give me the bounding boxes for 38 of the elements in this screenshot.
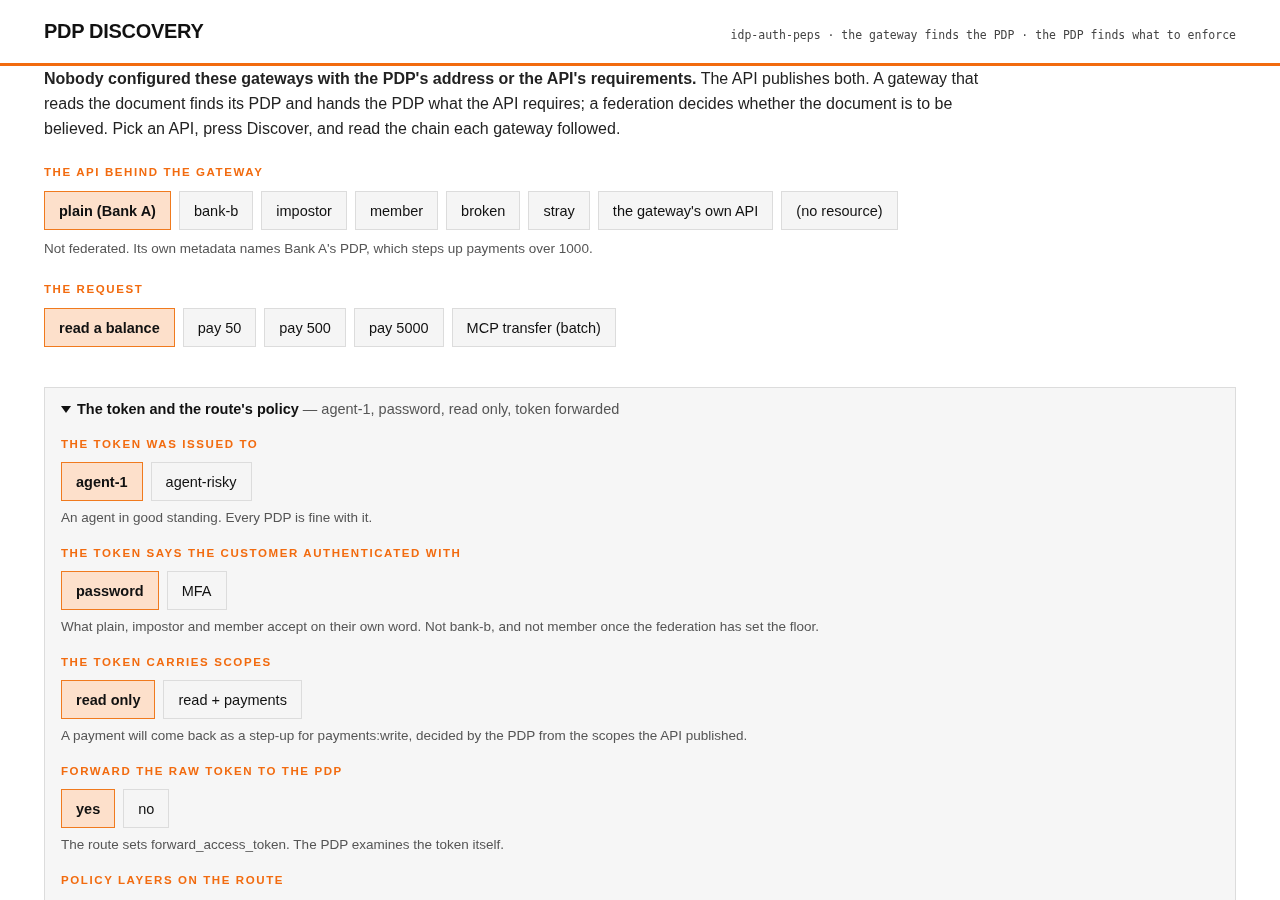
option-button[interactable]: pay 50 (182, 308, 257, 347)
option-button[interactable]: read + payments (163, 680, 302, 719)
tagline: idp-auth-peps · the gateway finds the PDP · the PDP finds what to enforce (730, 27, 1236, 42)
option-description: What plain, impostor and member accept on their own word. Not bank-b, and not member once the federation has set the floor. (61, 618, 820, 636)
option-description: A payment will come back as a step-up for payments:write, decided by the PDP from the scopes the API published. (61, 727, 749, 745)
page-title: PDP DISCOVERY (44, 20, 204, 43)
option-button[interactable]: password (61, 571, 159, 610)
section-label: THE TOKEN SAYS THE CUSTOMER AUTHENTICATED WITH (61, 546, 463, 560)
option-button[interactable]: plain (Bank A) (44, 191, 171, 230)
intro-paragraph: Nobody configured these gateways with the PDP's address or the API's requirements. The API publishes both. A gateway that reads the document finds its PDP and hands the PDP what the API requires; a federation decides whether the document is to be believed. Pick an API, press Discover, and read the chain each gateway followed. (44, 69, 980, 139)
option-button[interactable]: no (123, 789, 170, 828)
option-button[interactable]: impostor (261, 191, 347, 230)
option-button[interactable]: agent-1 (61, 462, 143, 501)
triangle-down-icon (61, 404, 71, 414)
option-button[interactable]: member (354, 191, 439, 230)
option-description: The route sets forward_access_token. The PDP examines the token itself. (61, 836, 505, 854)
option-button[interactable]: broken (446, 191, 521, 230)
panel-toggle[interactable]: The token and the route's policy — agent-1, password, read only, token forwarded (61, 400, 620, 418)
option-button[interactable]: (no resource) (781, 191, 898, 230)
option-button[interactable]: MFA (166, 571, 227, 610)
option-button[interactable]: agent-risky (150, 462, 252, 501)
section-label: THE REQUEST (44, 282, 145, 296)
option-button[interactable]: read a balance (44, 308, 175, 347)
section-label: THE API BEHIND THE GATEWAY (44, 165, 265, 179)
option-button[interactable]: stray (528, 191, 590, 230)
option-button[interactable]: yes (61, 789, 116, 828)
section-label: FORWARD THE RAW TOKEN TO THE PDP (61, 764, 344, 778)
option-description: Not federated. Its own metadata names Bank A's PDP, which steps up payments over 1000. (44, 240, 594, 258)
section-label: POLICY LAYERS ON THE ROUTE (61, 873, 286, 887)
section-label: THE TOKEN CARRIES SCOPES (61, 655, 273, 669)
option-button[interactable]: read only (61, 680, 156, 719)
option-button[interactable]: pay 500 (264, 308, 346, 347)
section-label: THE TOKEN WAS ISSUED TO (61, 437, 260, 451)
option-button[interactable]: the gateway's own API (597, 191, 774, 230)
option-button[interactable]: pay 5000 (353, 308, 444, 347)
option-description: An agent in good standing. Every PDP is fine with it. (61, 509, 374, 527)
option-button[interactable]: MCP transfer (batch) (451, 308, 616, 347)
option-button[interactable]: bank-b (178, 191, 254, 230)
